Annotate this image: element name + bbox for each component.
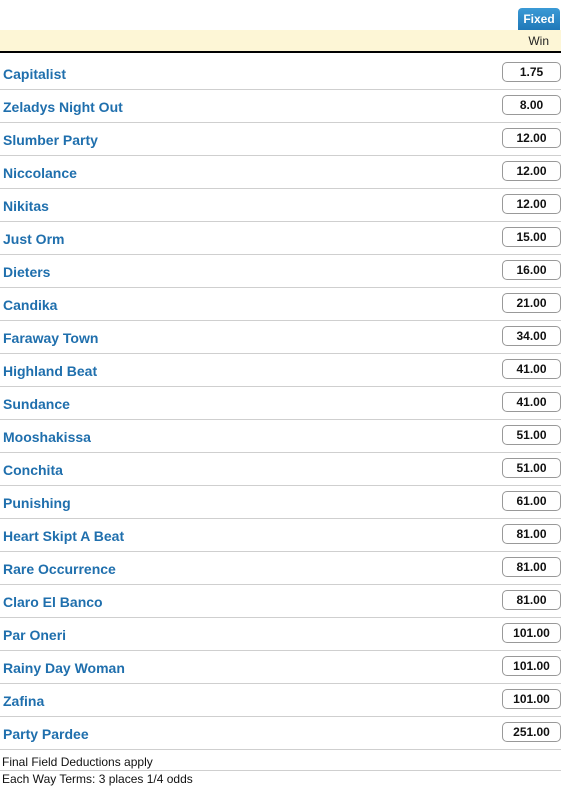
runner-name-link[interactable]: Candika — [3, 297, 57, 313]
runner-name-link[interactable]: Sundance — [3, 396, 70, 412]
runner-name-link[interactable]: Claro El Banco — [3, 594, 103, 610]
runner-row: Niccolance 12.00 — [0, 156, 561, 189]
win-odds-button[interactable]: 16.00 — [502, 260, 561, 280]
fixed-odds-badge: Fixed — [518, 8, 560, 30]
runner-name-link[interactable]: Just Orm — [3, 231, 64, 247]
runner-name-link[interactable]: Niccolance — [3, 165, 77, 181]
runner-row: Zeladys Night Out 8.00 — [0, 90, 561, 123]
win-odds-button[interactable]: 81.00 — [502, 590, 561, 610]
win-odds-button[interactable]: 101.00 — [502, 623, 561, 643]
win-odds-button[interactable]: 12.00 — [502, 128, 561, 148]
win-odds-button[interactable]: 251.00 — [502, 722, 561, 742]
win-odds-button[interactable]: 51.00 — [502, 458, 561, 478]
win-odds-button[interactable]: 34.00 — [502, 326, 561, 346]
win-odds-button[interactable]: 81.00 — [502, 557, 561, 577]
runner-row: Conchita 51.00 — [0, 453, 561, 486]
runner-row: Slumber Party 12.00 — [0, 123, 561, 156]
each-way-terms: Each Way Terms: 3 places 1/4 odds — [0, 770, 561, 787]
win-odds-button[interactable]: 8.00 — [502, 95, 561, 115]
runner-name-link[interactable]: Capitalist — [3, 66, 66, 82]
runner-name-link[interactable]: Dieters — [3, 264, 50, 280]
runner-row: Zafina 101.00 — [0, 684, 561, 717]
deductions-note: Final Field Deductions apply — [2, 755, 153, 769]
runner-row: Rare Occurrence 81.00 — [0, 552, 561, 585]
runner-row: Par Oneri 101.00 — [0, 618, 561, 651]
win-odds-button[interactable]: 51.00 — [502, 425, 561, 445]
runner-row: Nikitas 12.00 — [0, 189, 561, 222]
win-odds-button[interactable]: 1.75 — [502, 62, 561, 82]
runner-name-link[interactable]: Heart Skipt A Beat — [3, 528, 124, 544]
win-odds-button[interactable]: 12.00 — [502, 194, 561, 214]
runner-name-link[interactable]: Nikitas — [3, 198, 49, 214]
win-odds-button[interactable]: 101.00 — [502, 656, 561, 676]
runner-row: Candika 21.00 — [0, 288, 561, 321]
runner-name-link[interactable]: Slumber Party — [3, 132, 98, 148]
win-odds-button[interactable]: 81.00 — [502, 524, 561, 544]
runner-name-link[interactable]: Par Oneri — [3, 627, 66, 643]
win-odds-button[interactable]: 61.00 — [502, 491, 561, 511]
column-header-bar: Win — [0, 30, 561, 53]
win-odds-button[interactable]: 41.00 — [502, 359, 561, 379]
runner-name-link[interactable]: Punishing — [3, 495, 71, 511]
runner-row: Heart Skipt A Beat 81.00 — [0, 519, 561, 552]
runner-row: Capitalist 1.75 — [0, 57, 561, 90]
runner-name-link[interactable]: Zafina — [3, 693, 44, 709]
win-odds-button[interactable]: 101.00 — [502, 689, 561, 709]
runner-row: Rainy Day Woman 101.00 — [0, 651, 561, 684]
win-odds-button[interactable]: 12.00 — [502, 161, 561, 181]
runner-name-link[interactable]: Zeladys Night Out — [3, 99, 123, 115]
runner-row: Just Orm 15.00 — [0, 222, 561, 255]
runner-row: Party Pardee 251.00 — [0, 717, 561, 750]
runner-name-link[interactable]: Conchita — [3, 462, 63, 478]
runner-row: Highland Beat 41.00 — [0, 354, 561, 387]
runner-list: Capitalist 1.75 Zeladys Night Out 8.00 Slumb… — [0, 57, 561, 750]
runner-row: Mooshakissa 51.00 — [0, 420, 561, 453]
win-odds-button[interactable]: 21.00 — [502, 293, 561, 313]
footer-notes: Final Field Deductions apply Each Way Te… — [0, 754, 561, 787]
win-column-header: Win — [528, 34, 549, 48]
runner-row: Faraway Town 34.00 — [0, 321, 561, 354]
runner-row: Claro El Banco 81.00 — [0, 585, 561, 618]
runner-row: Sundance 41.00 — [0, 387, 561, 420]
win-odds-button[interactable]: 15.00 — [502, 227, 561, 247]
runner-row: Dieters 16.00 — [0, 255, 561, 288]
runner-name-link[interactable]: Party Pardee — [3, 726, 89, 742]
runner-row: Punishing 61.00 — [0, 486, 561, 519]
runner-name-link[interactable]: Highland Beat — [3, 363, 97, 379]
runner-name-link[interactable]: Rare Occurrence — [3, 561, 116, 577]
runner-name-link[interactable]: Mooshakissa — [3, 429, 91, 445]
runner-name-link[interactable]: Rainy Day Woman — [3, 660, 125, 676]
win-odds-button[interactable]: 41.00 — [502, 392, 561, 412]
runner-name-link[interactable]: Faraway Town — [3, 330, 98, 346]
